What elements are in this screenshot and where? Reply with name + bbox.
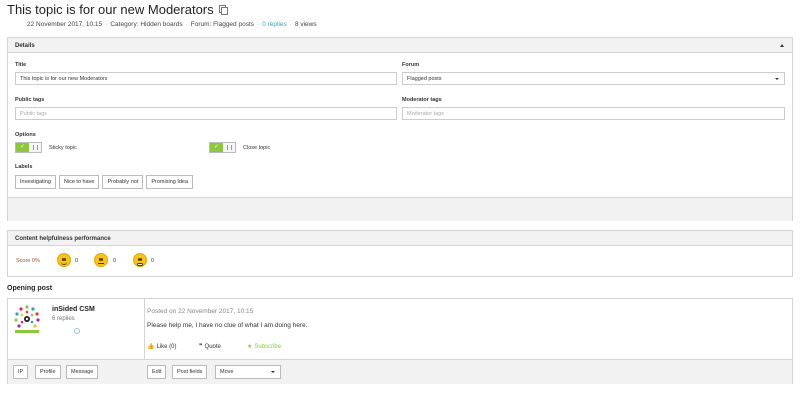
move-select-value: Move	[220, 369, 234, 375]
neutral-count: 0	[113, 258, 117, 264]
topic-forum: Forum: Flagged posts	[190, 21, 255, 28]
public-tags-label: Public tags	[15, 97, 45, 103]
forum-select-value: Flagged posts	[407, 76, 442, 82]
topic-replies-link[interactable]: 0 replies	[262, 21, 287, 28]
post-fields-button[interactable]: Post fields	[172, 365, 208, 379]
chevron-down-icon	[775, 78, 779, 80]
avatar[interactable]	[12, 304, 42, 334]
thumbs-up-icon: 👍	[147, 344, 155, 350]
toggle-off-handle	[29, 143, 41, 152]
author-replies: 6 replies	[52, 316, 75, 322]
label-probably-not[interactable]: Probably not	[102, 175, 144, 189]
meta-separator: ·	[185, 21, 188, 28]
meta-separator: ·	[289, 21, 292, 28]
quote-button[interactable]: ❞ Quote	[199, 343, 221, 351]
moderator-tags-label: Moderator tags	[402, 97, 442, 103]
options-label: Options	[15, 132, 36, 138]
happy-count: 0	[75, 258, 79, 264]
close-topic-label: Close topic	[243, 145, 271, 151]
sticky-topic-toggle[interactable]: ✓	[15, 142, 42, 153]
subscribe-label: Subscribe	[254, 343, 282, 350]
collapse-caret-icon[interactable]	[780, 44, 784, 47]
move-select[interactable]: Move	[215, 365, 281, 379]
public-tags-input[interactable]: Public tags	[15, 107, 397, 120]
forum-select[interactable]: Flagged posts	[402, 72, 785, 85]
like-label: Like (0)	[156, 343, 177, 350]
close-topic-toggle[interactable]: ✓	[209, 142, 236, 153]
topic-title-row: This topic is for our new Moderators	[7, 2, 228, 17]
message-button[interactable]: Message	[66, 365, 99, 379]
labels-label: Labels	[15, 164, 33, 170]
topic-meta: 22 November 2017, 10:15 · Category: Hidd…	[27, 21, 317, 28]
details-header[interactable]: Details	[8, 38, 792, 53]
chevron-down-icon	[271, 371, 275, 373]
post-body: Please help me, I have no clue of what I…	[147, 322, 308, 329]
meta-separator: ·	[257, 21, 260, 28]
labels-list: Investigating Nice to have Probably not …	[15, 175, 194, 189]
topic-category: Category: Hidden boards	[110, 21, 183, 28]
subscribe-button[interactable]: ★ Subscribe	[247, 343, 282, 351]
like-button[interactable]: 👍 Like (0)	[147, 343, 177, 351]
profile-button[interactable]: Profile	[35, 365, 61, 379]
meta-separator: ·	[105, 21, 108, 28]
details-footer	[8, 197, 792, 221]
performance-panel: Content helpfulness performance Score 0%…	[7, 230, 793, 277]
quote-icon: ❞	[199, 344, 203, 350]
label-investigating[interactable]: Investigating	[15, 175, 56, 189]
rank-badge-icon	[74, 328, 80, 334]
toggle-off-handle	[223, 143, 235, 152]
moderator-tags-input[interactable]: Moderator tags	[402, 107, 785, 120]
copy-icon[interactable]	[218, 5, 228, 15]
sticky-topic-label: Sticky topic	[49, 145, 77, 151]
performance-header: Content helpfulness performance	[8, 231, 792, 246]
sad-face-icon	[133, 253, 147, 267]
author-name[interactable]: inSided CSM	[52, 306, 95, 313]
quote-label: Quote	[204, 343, 221, 350]
ip-button[interactable]: IP	[13, 365, 29, 379]
opening-post-heading: Opening post	[7, 285, 53, 292]
star-icon: ★	[247, 344, 253, 350]
title-input[interactable]: This topic is for our new Moderators	[15, 72, 397, 85]
check-icon: ✓	[16, 143, 29, 152]
post-footer: IP Profile Message Edit Post fields Move	[8, 359, 792, 384]
page-title: This topic is for our new Moderators	[7, 2, 214, 17]
posted-date: Posted on 22 November 2017, 10:15	[147, 308, 254, 315]
edit-button[interactable]: Edit	[147, 365, 167, 379]
forum-label: Forum	[402, 62, 420, 68]
topic-views: 8 views	[294, 21, 317, 28]
neutral-face-icon	[94, 253, 108, 267]
label-promising-idea[interactable]: Promising Idea	[146, 175, 194, 189]
check-icon: ✓	[210, 143, 223, 152]
score-value: Score 0%	[16, 258, 40, 264]
details-heading: Details	[15, 43, 35, 49]
happy-face-icon	[57, 253, 71, 267]
title-label: Title	[15, 62, 27, 68]
label-nice-to-have[interactable]: Nice to have	[58, 175, 100, 189]
performance-heading: Content helpfulness performance	[15, 236, 111, 242]
topic-date: 22 November 2017, 10:15	[27, 21, 103, 28]
sad-count: 0	[151, 258, 155, 264]
opening-post-panel: inSided CSM 6 replies Posted on 22 Novem…	[7, 298, 793, 384]
details-panel: Details Title This topic is for our new …	[7, 37, 793, 221]
